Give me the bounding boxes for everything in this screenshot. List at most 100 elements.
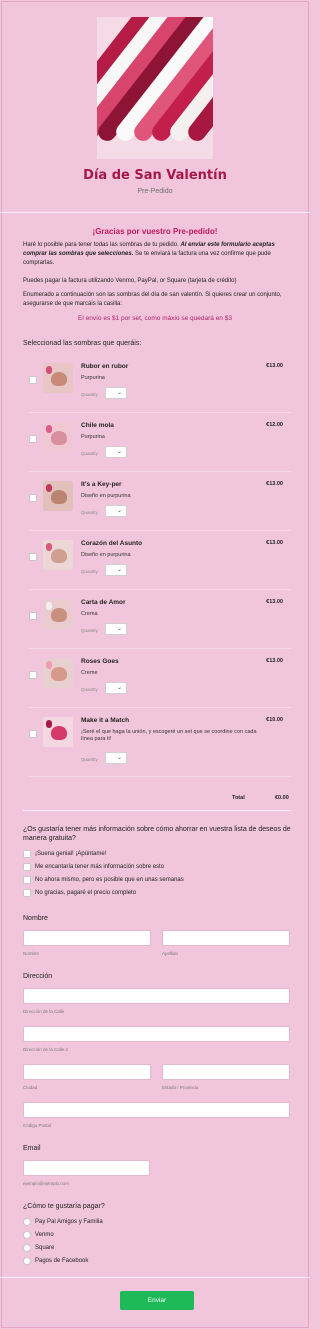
product-price: €13.00 xyxy=(266,363,283,369)
quantity-select[interactable]: ⌄ xyxy=(105,387,127,399)
product-desc: Diseño en purpurina xyxy=(81,493,131,499)
checkbox[interactable] xyxy=(23,850,31,858)
product-name: It's a Key-per xyxy=(81,481,122,488)
chevron-down-icon: ⌄ xyxy=(116,626,122,632)
quantity-label: Quantity xyxy=(81,451,98,456)
row-divider xyxy=(29,589,291,590)
radio[interactable] xyxy=(23,1218,31,1226)
address-label: Dirección xyxy=(23,973,53,980)
product-name: Chile mola xyxy=(81,422,114,429)
chevron-down-icon: ⌄ xyxy=(116,508,122,514)
quantity-label: Quantity xyxy=(81,569,98,574)
chevron-down-icon: ⌄ xyxy=(116,390,122,396)
product-checkbox[interactable] xyxy=(29,435,37,443)
street2-hint: Dirección de la Calle 2 xyxy=(23,1047,69,1052)
product-checkbox[interactable] xyxy=(29,730,37,738)
street1-hint: Dirección de la Calle xyxy=(23,1009,65,1014)
product-checkbox[interactable] xyxy=(29,376,37,384)
quantity-label: Quantity xyxy=(81,628,98,633)
state-input[interactable] xyxy=(162,1064,290,1080)
row-divider xyxy=(29,648,291,649)
street1-input[interactable] xyxy=(23,988,290,1004)
nail-art-hero-image xyxy=(97,17,213,159)
product-item: Chile mola Purpurina €12.00 Quantity ⌄ xyxy=(23,414,291,472)
product-checkbox[interactable] xyxy=(29,612,37,620)
product-thumbnail xyxy=(43,422,73,452)
footer-divider xyxy=(0,1277,310,1278)
page-subtitle: Pre-Pedido xyxy=(137,188,173,195)
first-name-input[interactable] xyxy=(23,930,151,946)
last-name-hint: Apellido xyxy=(162,951,179,956)
row-divider xyxy=(29,412,291,413)
option-label: Pagos de Facebook xyxy=(35,1258,89,1264)
checkbox[interactable] xyxy=(23,876,31,884)
product-item: Carta de Amor Crema €13.00 Quantity ⌄ xyxy=(23,591,291,649)
product-checkbox[interactable] xyxy=(29,671,37,679)
city-input[interactable] xyxy=(23,1064,151,1080)
product-name: Make it a Match xyxy=(81,717,130,724)
total-label: Total xyxy=(232,795,245,801)
first-name-hint: Nombre xyxy=(23,951,40,956)
radio[interactable] xyxy=(23,1231,31,1239)
name-label: Nombre xyxy=(23,915,48,922)
product-checkbox[interactable] xyxy=(29,553,37,561)
email-input[interactable] xyxy=(23,1160,150,1176)
product-price: €13.00 xyxy=(266,481,283,487)
option-label: Venmo xyxy=(35,1232,54,1238)
submit-button[interactable]: Enviar xyxy=(120,1291,194,1310)
quantity-label: Quantity xyxy=(81,757,98,762)
zip-hint: Código Postal xyxy=(23,1123,52,1128)
option-label: No ahora mismo, pero es posible que en u… xyxy=(35,877,184,883)
product-price: €13.00 xyxy=(266,658,283,664)
product-desc: Crema xyxy=(81,611,98,617)
product-price: €13.00 xyxy=(266,599,283,605)
product-desc: Purpurina xyxy=(81,375,105,381)
radio[interactable] xyxy=(23,1244,31,1252)
product-thumbnail xyxy=(43,717,73,747)
row-divider xyxy=(29,471,291,472)
product-name: Roses Goes xyxy=(81,658,119,665)
product-item: Rubor en rubor Purpurina €13.00 Quantity… xyxy=(23,355,291,413)
quantity-select[interactable]: ⌄ xyxy=(105,752,127,764)
radio[interactable] xyxy=(23,1257,31,1265)
product-name: Carta de Amor xyxy=(81,599,126,606)
quantity-select[interactable]: ⌄ xyxy=(105,446,127,458)
quantity-label: Quantity xyxy=(81,687,98,692)
quantity-select[interactable]: ⌄ xyxy=(105,623,127,635)
chevron-down-icon: ⌄ xyxy=(116,449,122,455)
last-name-input[interactable] xyxy=(162,930,290,946)
street2-input[interactable] xyxy=(23,1026,290,1042)
product-price: €13.00 xyxy=(266,540,283,546)
row-divider xyxy=(29,776,291,777)
product-thumbnail xyxy=(43,363,73,393)
chevron-down-icon: ⌄ xyxy=(116,755,122,761)
thanks-heading: ¡Gracias por vuestro Pre-pedido! xyxy=(92,227,218,236)
quantity-label: Quantity xyxy=(81,510,98,515)
product-price: €12.00 xyxy=(266,422,283,428)
zip-input[interactable] xyxy=(23,1102,290,1118)
option-label: No gracias, pagaré el precio completo xyxy=(35,890,137,896)
quantity-select[interactable]: ⌄ xyxy=(105,682,127,694)
city-hint: Ciudad xyxy=(23,1085,38,1090)
checkbox[interactable] xyxy=(23,889,31,897)
products-label: Seleccionad las sombras que queráis: xyxy=(23,340,142,347)
option-label: Me encantaría tener más información sobr… xyxy=(35,864,165,870)
product-thumbnail xyxy=(43,658,73,688)
payment-question: ¿Cómo te gustaría pagar? xyxy=(23,1203,105,1210)
quantity-select[interactable]: ⌄ xyxy=(105,564,127,576)
payment-info-paragraph: Puedes pagar la factura utilizando Venmo… xyxy=(23,278,237,284)
section-divider xyxy=(23,810,291,811)
checkbox[interactable] xyxy=(23,863,31,871)
shipping-note: El envío es $1 por set, como máxio se qu… xyxy=(78,315,232,322)
row-divider xyxy=(29,530,291,531)
total-value: €0.00 xyxy=(275,795,289,801)
quantity-select[interactable]: ⌄ xyxy=(105,505,127,517)
intro-paragraph: Haré lo posible para tener todas las som… xyxy=(23,242,275,266)
option-label: Pay Pal Amigos y Familia xyxy=(35,1219,103,1225)
product-desc: Purpurina xyxy=(81,434,105,440)
product-checkbox[interactable] xyxy=(29,494,37,502)
product-item: Roses Goes Creme €13.00 Quantity ⌄ xyxy=(23,650,291,708)
quantity-label: Quantity xyxy=(81,392,98,397)
header-divider xyxy=(0,212,310,213)
product-name: Rubor en rubor xyxy=(81,363,129,370)
